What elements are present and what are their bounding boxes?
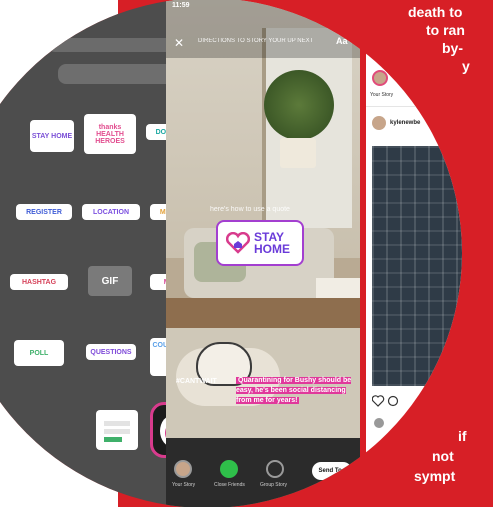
stay-home-sticker[interactable]: STAY HOME	[216, 220, 304, 266]
sticker-poll[interactable]: POLL	[14, 340, 64, 366]
story-top-label: DIRECTIONS TO STORY YOUR UP NEXT	[198, 38, 314, 44]
close-friends-button[interactable]	[220, 460, 238, 478]
close-friends-label: Close Friends	[214, 482, 245, 488]
status-time: 11:59	[172, 2, 190, 9]
post-photo	[372, 146, 462, 386]
headline-line-3: by-	[442, 40, 463, 56]
sticker-gif[interactable]: GIF	[88, 266, 132, 296]
screenshot-collage-circle: STAY HOME thanks HEALTH HEROES DONATION …	[0, 0, 462, 507]
your-story-label: Your Story	[370, 92, 394, 98]
post-avatar[interactable]	[372, 116, 386, 130]
promo-graphic: death to to ran by- y STAY HOME thanks H…	[0, 0, 493, 507]
send-to-button[interactable]: Send To ›	[312, 462, 352, 480]
text-tool-icon[interactable]: Aa	[336, 36, 348, 46]
sticker-questions[interactable]: QUESTIONS	[86, 344, 136, 360]
story-top-bar	[166, 0, 360, 58]
like-icon[interactable]	[372, 394, 402, 408]
group-story-button[interactable]	[266, 460, 284, 478]
sticker-health-heroes[interactable]: thanks HEALTH HEROES	[84, 114, 136, 154]
send-to-label: Send To	[318, 468, 342, 474]
overlay-text: here's how to use a quote	[210, 206, 290, 213]
plant-pot	[280, 138, 316, 168]
post-username[interactable]: kylenewbe	[390, 120, 420, 126]
headline-line-1: death to	[408, 4, 463, 20]
story-caption[interactable]: Quarantining for Bushy should be easy, h…	[236, 376, 356, 406]
caption-text: Quarantining for Bushy should be easy, h…	[236, 377, 352, 404]
your-story-avatar[interactable]	[372, 70, 388, 86]
your-story-button[interactable]	[174, 460, 192, 478]
footer-line-3: sympt	[414, 468, 456, 484]
plant-image	[264, 70, 334, 140]
your-story-label: Your Story	[172, 482, 196, 488]
sticker-location[interactable]: LOCATION	[82, 204, 140, 220]
story-editor-screen: 11:59 ✕ DIRECTIONS TO STORY YOUR UP NEXT…	[166, 0, 360, 507]
sticker-quiz[interactable]	[96, 410, 138, 450]
sticker-stay-home[interactable]: STAY HOME	[30, 120, 74, 152]
sticker-register[interactable]: REGISTER	[16, 204, 72, 220]
quiz-icon	[104, 421, 130, 442]
divider	[366, 106, 462, 107]
footer-line-2: not	[432, 448, 454, 464]
house-heart-icon	[226, 232, 250, 254]
group-story-label: Group Story	[260, 482, 287, 488]
headline-line-4: y	[462, 58, 470, 74]
hashtag-sticker[interactable]: #CANTWAIT	[176, 378, 217, 385]
stay-home-text: STAY HOME	[254, 230, 290, 256]
close-icon[interactable]: ✕	[174, 36, 184, 50]
sticker-hashtag[interactable]: HASHTAG	[10, 274, 68, 290]
feed-screen: Your Story kylenewbe	[366, 0, 462, 507]
footer-line-1: if	[458, 428, 467, 444]
headline-line-2: to ran	[426, 22, 465, 38]
liked-by-avatar	[374, 418, 384, 428]
